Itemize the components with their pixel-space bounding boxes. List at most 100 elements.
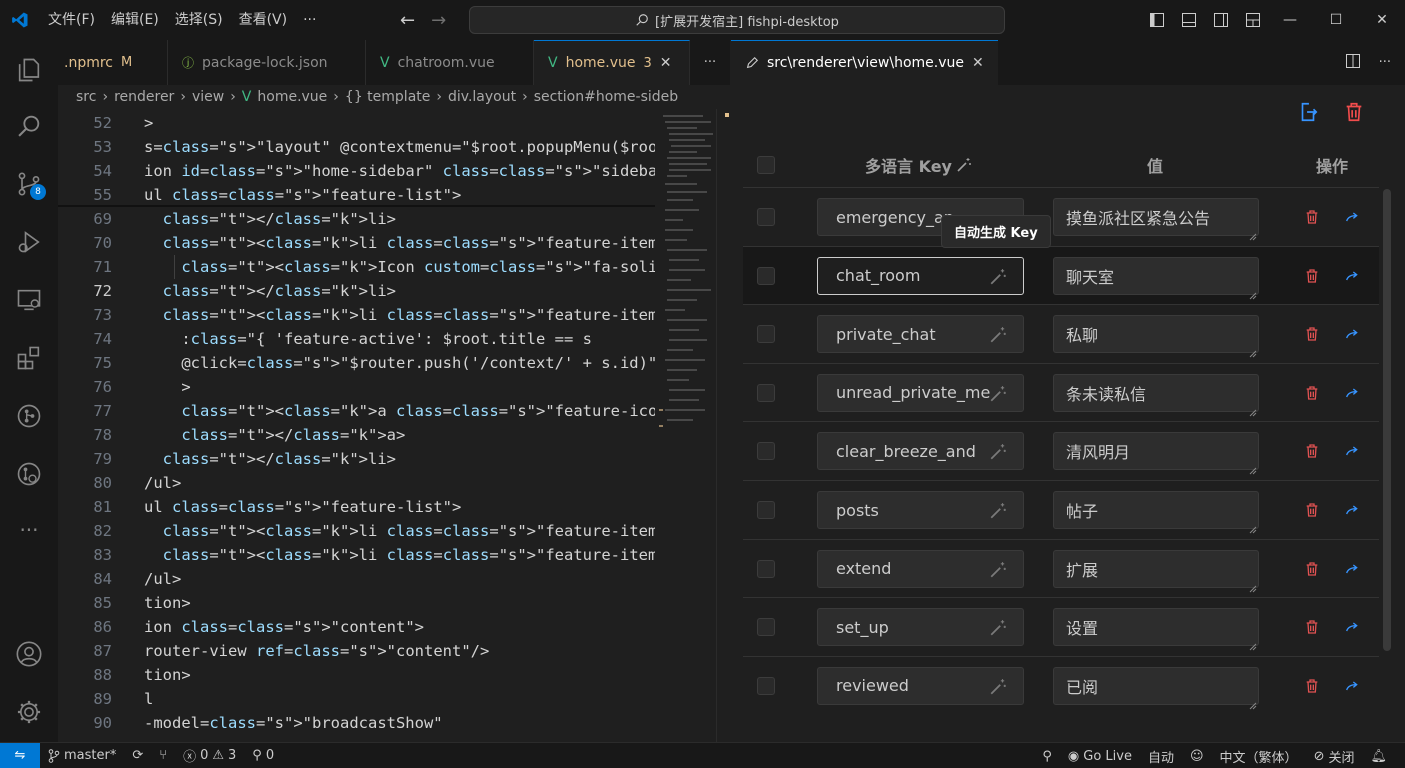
code-line[interactable]: 81 ul class=class="s">"feature-list"> (58, 495, 655, 519)
value-textarea[interactable]: 清风明月 (1053, 432, 1259, 475)
menu-edit[interactable]: 编辑(E) (103, 0, 167, 40)
magic-wand-icon[interactable] (989, 502, 1007, 524)
redo-arrow-icon[interactable] (1344, 678, 1360, 694)
search-icon[interactable] (0, 102, 58, 150)
code-line[interactable]: 52 > (58, 111, 655, 135)
value-textarea[interactable]: 聊天室 (1053, 256, 1259, 299)
breadcrumb-item[interactable]: home.vue (257, 89, 327, 105)
magic-wand-icon[interactable] (989, 443, 1007, 465)
close-tab-icon[interactable]: ✕ (660, 55, 672, 71)
trash-icon[interactable] (1304, 619, 1320, 635)
branch-indicator[interactable]: master* (40, 748, 124, 763)
code-line[interactable]: 89 l (58, 687, 655, 711)
code-line[interactable]: 82 class="t"><class="k">li class=class="… (58, 519, 655, 543)
run-debug-icon[interactable] (0, 218, 58, 266)
key-input[interactable]: extend (817, 549, 1024, 588)
resize-grip-icon[interactable] (1249, 460, 1257, 475)
trash-icon[interactable] (1304, 561, 1320, 577)
code-line[interactable]: 84/ul> (58, 567, 655, 591)
menu-selection[interactable]: 选择(S) (167, 0, 231, 40)
row-checkbox[interactable] (757, 676, 775, 695)
export-file-icon[interactable] (1295, 99, 1321, 125)
language-selector[interactable]: 中文（繁体） (1212, 747, 1306, 766)
trash-icon[interactable] (1304, 443, 1320, 459)
split-editor-icon[interactable] (1345, 53, 1361, 73)
value-textarea[interactable]: 帖子 (1053, 491, 1259, 534)
menu-more[interactable]: ··· (295, 0, 324, 40)
resize-grip-icon[interactable] (1249, 402, 1257, 417)
code-line[interactable]: 79 class="t"></class="k">li> (58, 447, 655, 471)
trash-icon[interactable] (1304, 209, 1320, 225)
disable-toggle[interactable]: ⊘ 关闭 (1306, 747, 1363, 766)
code-line[interactable]: 70 class="t"><class="k">li class=class="… (58, 231, 655, 255)
gitlens-icon[interactable] (0, 450, 58, 498)
redo-arrow-icon[interactable] (1344, 326, 1360, 342)
back-arrow-icon[interactable]: ← (400, 10, 415, 31)
row-checkbox[interactable] (757, 559, 775, 578)
key-input[interactable]: private_chat (817, 315, 1024, 354)
redo-arrow-icon[interactable] (1344, 209, 1360, 225)
row-checkbox[interactable] (757, 325, 775, 344)
key-input[interactable]: reviewed (817, 666, 1024, 705)
value-textarea[interactable]: 扩展 (1053, 549, 1259, 592)
ports-indicator[interactable]: ⚲ 0 (244, 748, 282, 763)
more-views-icon[interactable]: ··· (0, 506, 58, 554)
trash-icon[interactable] (1304, 678, 1320, 694)
sync-icon[interactable]: ⟳ (124, 748, 151, 763)
toggle-panel-icon[interactable] (1178, 9, 1200, 31)
trash-icon[interactable] (1304, 502, 1320, 518)
code-line[interactable]: 86 ion class=class="s">"content"> (58, 615, 655, 639)
code-line[interactable]: 75 @click=class="s">"$router.push('/cont… (58, 351, 655, 375)
tab-home-vue[interactable]: V home.vue 3 ✕ (534, 40, 690, 85)
code-line[interactable]: 85 tion> (58, 591, 655, 615)
resize-grip-icon[interactable] (1249, 636, 1257, 651)
explorer-icon[interactable] (0, 46, 58, 94)
key-input[interactable]: chat_room (817, 256, 1024, 295)
remote-explorer-icon[interactable] (0, 276, 58, 324)
customize-layout-icon[interactable] (1242, 9, 1264, 31)
code-line[interactable]: 54 ion id=class="s">"home-sidebar" class=… (58, 159, 655, 183)
maximize-button[interactable]: ☐ (1313, 0, 1359, 40)
code-line[interactable]: 83 class="t"><class="k">li class=class="… (58, 543, 655, 567)
breadcrumb-item[interactable]: src (76, 89, 96, 105)
row-checkbox[interactable] (757, 501, 775, 519)
trash-icon[interactable] (1304, 385, 1320, 401)
source-control-icon[interactable]: 8 (0, 160, 58, 208)
code-line[interactable]: 55 ul class=class="s">"feature-list"> (58, 183, 655, 207)
forward-arrow-icon[interactable]: → (431, 10, 446, 31)
magic-wand-icon[interactable] (989, 678, 1007, 700)
row-checkbox[interactable] (757, 383, 775, 402)
code-line[interactable]: 69 class="t"></class="k">li> (58, 207, 655, 231)
breadcrumb-item[interactable]: view (192, 89, 224, 105)
value-textarea[interactable]: 设置 (1053, 608, 1259, 651)
tab-chatroom[interactable]: V chatroom.vue (366, 40, 534, 85)
code-line[interactable]: 73 class="t"><class="k">li class=class="… (58, 303, 655, 327)
row-checkbox[interactable] (757, 442, 775, 461)
account-icon[interactable] (0, 630, 58, 678)
tab-package-lock[interactable]: ⓙ package-lock.json (168, 40, 366, 85)
magic-wand-icon[interactable] (989, 561, 1007, 583)
resize-grip-icon[interactable] (1249, 695, 1257, 710)
editor-scrollbar[interactable] (716, 109, 730, 742)
close-tab-icon[interactable]: ✕ (972, 55, 984, 71)
value-textarea[interactable]: 已阅 (1053, 666, 1259, 710)
minimize-button[interactable]: — (1267, 0, 1313, 40)
row-checkbox[interactable] (757, 208, 775, 226)
breadcrumb-item[interactable]: section#home-sideb (534, 89, 678, 105)
redo-arrow-icon[interactable] (1344, 268, 1360, 284)
redo-arrow-icon[interactable] (1344, 443, 1360, 459)
tab-actions-more-icon[interactable]: ··· (690, 40, 730, 85)
code-line[interactable]: 71 class="t"><class="k">Icon custom=clas… (58, 255, 655, 279)
menu-file[interactable]: 文件(F) (40, 0, 103, 40)
magic-wand-icon[interactable] (989, 268, 1007, 290)
key-input[interactable]: unread_private_me (817, 373, 1024, 412)
tab-npmrc[interactable]: .npmrc M (58, 40, 168, 85)
trash-icon[interactable] (1304, 268, 1320, 284)
notifications-bell-icon[interactable]: 🔔︎ (1362, 749, 1395, 764)
breadcrumb-item[interactable]: renderer (114, 89, 174, 105)
code-line[interactable]: 78 class="t"></class="k">a> (58, 423, 655, 447)
breadcrumb-item[interactable]: {} template (345, 89, 430, 105)
value-textarea[interactable]: 摸鱼派社区紧急公告 (1053, 198, 1259, 241)
table-scrollbar[interactable] (1383, 189, 1391, 651)
toggle-primary-sidebar-icon[interactable] (1146, 9, 1168, 31)
